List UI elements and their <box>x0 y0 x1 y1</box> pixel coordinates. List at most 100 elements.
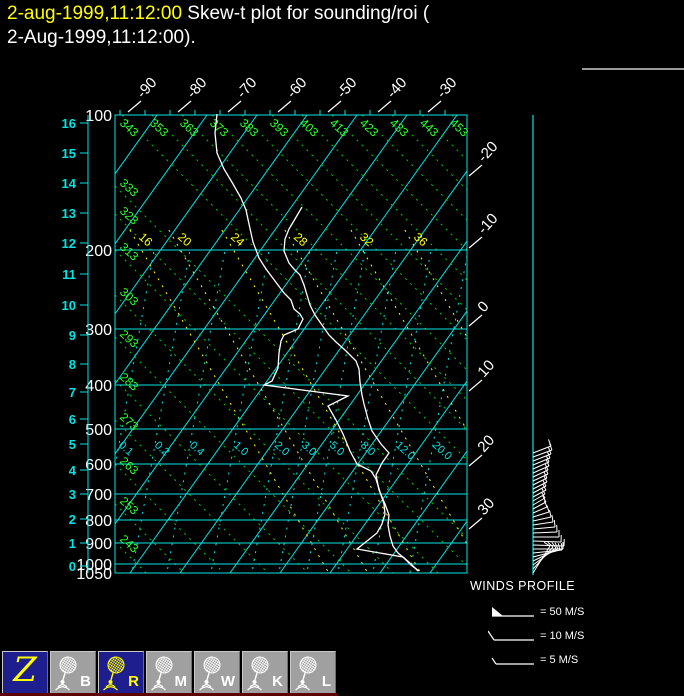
svg-text:433: 433 <box>387 116 411 140</box>
toolbar-button-k[interactable]: K <box>242 651 288 695</box>
svg-text:16: 16 <box>136 230 156 250</box>
svg-text:7: 7 <box>69 385 76 400</box>
svg-text:14: 14 <box>62 176 77 191</box>
wind-halfbarb-5-icon <box>491 657 534 665</box>
svg-text:900: 900 <box>85 536 112 553</box>
app-window: 2-aug-1999,11:12:00 Skew-t plot for soun… <box>0 0 684 696</box>
wind-barb-10-icon <box>488 630 534 641</box>
svg-text:393: 393 <box>267 116 291 140</box>
wind-barbs <box>532 115 565 575</box>
svg-text:-60: -60 <box>283 74 310 101</box>
legend-row-5ms: = 5 M/S <box>488 652 578 668</box>
svg-text:700: 700 <box>85 487 112 504</box>
svg-text:383: 383 <box>237 116 261 140</box>
svg-text:0: 0 <box>474 298 492 316</box>
svg-text:363: 363 <box>177 116 201 140</box>
svg-text:423: 423 <box>357 116 381 140</box>
svg-text:253: 253 <box>117 494 141 518</box>
zeus-logo: Z <box>13 650 37 690</box>
svg-text:8: 8 <box>69 357 76 372</box>
svg-text:9: 9 <box>69 328 76 343</box>
radiosonde-balloon-icon <box>103 656 125 691</box>
svg-text:-30: -30 <box>433 74 460 101</box>
toolbar: ZBRMWKL <box>2 650 336 695</box>
svg-text:443: 443 <box>417 116 441 140</box>
legend-label: = 50 M/S <box>540 606 585 618</box>
svg-text:-40: -40 <box>383 74 410 101</box>
svg-text:-80: -80 <box>183 74 210 101</box>
toolbar-button-label: R <box>128 673 139 690</box>
wind-flag-50-icon <box>492 607 534 617</box>
svg-text:0: 0 <box>69 559 76 574</box>
toolbar-button-label: W <box>220 673 235 690</box>
svg-text:413: 413 <box>327 116 351 140</box>
svg-text:-50: -50 <box>333 74 360 101</box>
toolbar-button-m[interactable]: M <box>146 651 192 695</box>
svg-text:16: 16 <box>62 116 76 131</box>
top-ticks <box>119 110 446 115</box>
svg-text:273: 273 <box>117 410 141 434</box>
skew-t-plot: 1002003004005006007008009001000105016151… <box>62 74 565 583</box>
svg-text:353: 353 <box>147 116 171 140</box>
radiosonde-balloon-icon <box>295 656 317 691</box>
svg-text:11: 11 <box>62 267 76 282</box>
svg-text:293: 293 <box>117 327 141 351</box>
radiosonde-balloon-icon <box>247 656 269 691</box>
svg-text:283: 283 <box>117 370 141 394</box>
svg-text:300: 300 <box>85 322 112 339</box>
svg-text:800: 800 <box>85 513 112 530</box>
svg-text:10: 10 <box>62 298 76 313</box>
dewpoint-trace <box>214 113 419 572</box>
winds-profile-title: WINDS PROFILE <box>470 579 576 593</box>
svg-text:-70: -70 <box>233 74 260 101</box>
svg-text:13: 13 <box>62 206 76 221</box>
svg-text:-90: -90 <box>133 74 160 101</box>
svg-text:1: 1 <box>69 536 76 551</box>
svg-text:6: 6 <box>69 412 76 427</box>
svg-text:4: 4 <box>69 463 77 478</box>
svg-text:453: 453 <box>447 116 471 140</box>
temperature-trace <box>283 206 420 572</box>
right-temperature-labels: -20 -10 0 10 20 30 <box>468 138 501 530</box>
svg-text:12.0: 12.0 <box>393 439 417 462</box>
svg-text:3: 3 <box>69 487 76 502</box>
svg-text:-10: -10 <box>474 210 501 237</box>
radiosonde-balloon-icon <box>55 656 77 691</box>
svg-text:24: 24 <box>228 230 248 250</box>
toolbar-button-label: K <box>272 673 283 690</box>
svg-text:343: 343 <box>117 116 141 140</box>
svg-text:200: 200 <box>85 243 112 260</box>
toolbar-button-z[interactable]: Z <box>2 650 48 695</box>
svg-text:313: 313 <box>117 240 141 264</box>
mixing-ratio-labels: 0.1 0.2 0.4 1.0 2.0 3.0 5.0 8.0 12.0 20.0 <box>116 439 454 462</box>
toolbar-button-label: B <box>80 673 91 690</box>
svg-text:20: 20 <box>474 432 498 456</box>
legend-row-10ms: = 10 M/S <box>488 628 584 644</box>
svg-text:2: 2 <box>69 512 76 527</box>
moist-adiabat-labels: 16 20 24 28 32 36 <box>136 230 431 250</box>
svg-text:403: 403 <box>297 116 321 140</box>
svg-text:1050: 1050 <box>76 566 112 583</box>
toolbar-button-l[interactable]: L <box>290 651 336 695</box>
toolbar-button-w[interactable]: W <box>194 651 240 695</box>
top-temperature-labels: -90 -80 -70 -60 -50 -40 -30 <box>127 74 460 113</box>
svg-text:12: 12 <box>62 236 76 251</box>
svg-text:400: 400 <box>85 378 112 395</box>
height-axis: 161514131211109876543210 <box>62 115 89 574</box>
svg-text:323: 323 <box>117 204 141 228</box>
toolbar-button-r[interactable]: R <box>98 651 144 695</box>
toolbar-button-b[interactable]: B <box>50 651 96 695</box>
toolbar-button-label: M <box>174 673 188 690</box>
legend-label: = 5 M/S <box>540 654 579 666</box>
svg-text:15: 15 <box>62 146 76 161</box>
svg-text:243: 243 <box>117 532 141 556</box>
svg-text:-20: -20 <box>474 138 501 165</box>
grid-lines <box>114 114 468 574</box>
svg-text:32: 32 <box>357 230 377 250</box>
svg-text:36: 36 <box>411 230 431 250</box>
svg-text:100: 100 <box>85 108 112 125</box>
legend-row-50ms: = 50 M/S <box>488 604 584 620</box>
svg-text:10: 10 <box>474 357 498 381</box>
svg-text:20: 20 <box>175 230 195 250</box>
toolbar-button-label: L <box>321 673 331 690</box>
